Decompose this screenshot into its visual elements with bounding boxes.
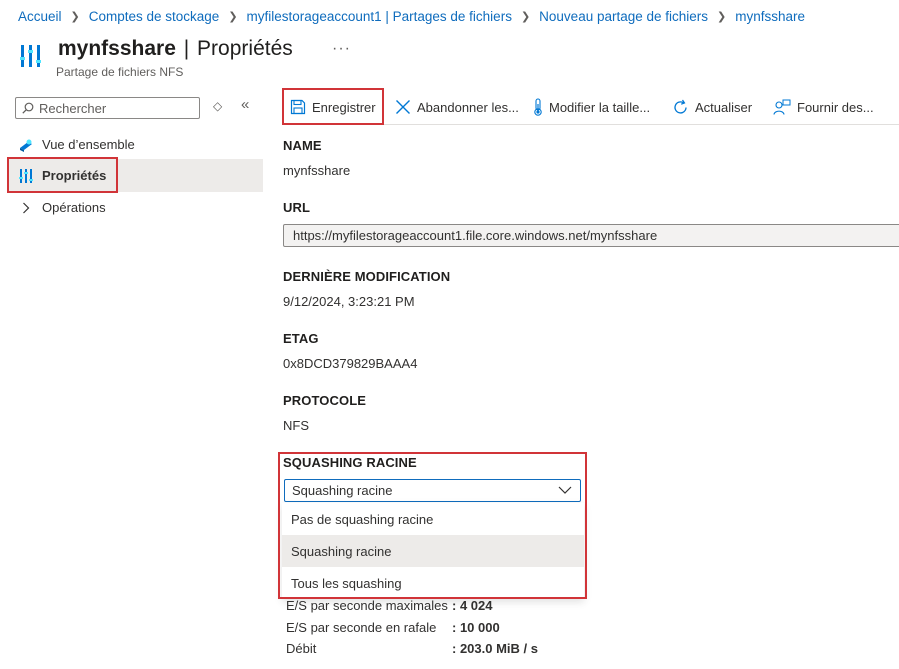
feedback-button[interactable]: Fournir des... [773,89,874,125]
sidebar-item-label: Propriétés [42,168,107,183]
sidebar-search[interactable] [15,97,200,119]
root-squash-options: Pas de squashing racine Squashing racine… [282,503,584,599]
name-label: NAME [283,138,322,153]
breadcrumb-storage-accounts[interactable]: Comptes de stockage [89,9,220,24]
root-squash-dropdown[interactable]: Squashing racine [284,479,581,502]
chevron-right-icon: ❯ [717,10,727,23]
refresh-label: Actualiser [695,99,753,115]
root-squash-label: SQUASHING RACINE [283,455,417,470]
page-title: mynfsshare | Propriétés [58,37,293,61]
option-root-squash[interactable]: Squashing racine [282,535,584,567]
breadcrumb-home[interactable]: Accueil [18,9,62,24]
discard-label: Abandonner les... [417,99,519,115]
chevron-right-icon [18,200,34,216]
breadcrumb-file-shares[interactable]: myfilestorageaccount1 | Partages de fich… [247,9,512,24]
etag-label: ETAG [283,331,319,346]
option-no-root-squash[interactable]: Pas de squashing racine [282,503,584,535]
sidebar-item-operations[interactable]: Opérations [8,191,263,224]
burst-iops-row: E/S par seconde en rafale : 10 000 [286,620,500,635]
throughput-value: : 203.0 MiB / s [452,641,538,656]
save-label: Enregistrer [312,99,376,115]
page-title-name: mynfsshare [58,37,176,60]
sidebar-item-properties[interactable]: Propriétés [8,159,263,192]
last-modified-value: 9/12/2024, 3:23:21 PM [283,294,415,309]
chevron-right-icon: ❯ [70,10,80,23]
resize-button[interactable]: Modifier la taille... [533,89,650,125]
max-iops-value: : 4 024 [452,598,493,613]
burst-iops-label: E/S par seconde en rafale [286,620,437,635]
properties-bars-icon [18,168,34,184]
search-input[interactable] [39,100,189,116]
protocol-value: NFS [283,418,309,433]
url-value: https://myfilestorageaccount1.file.core.… [293,228,658,243]
url-label: URL [283,200,311,215]
collapse-sidebar-icon[interactable]: « [241,96,249,113]
properties-bars-icon [20,45,41,67]
expand-toggle-icon[interactable]: ◇ [213,99,222,113]
name-value: mynfsshare [283,163,351,178]
max-iops-row: E/S par seconde maximales : 4 024 [286,598,492,613]
burst-iops-value: : 10 000 [452,620,500,635]
close-icon [395,99,411,115]
page-subtitle: Partage de fichiers NFS [56,65,184,79]
sidebar-item-label: Vue d’ensemble [42,137,135,152]
etag-value: 0x8DCD379829BAAA4 [283,356,418,371]
refresh-icon [672,99,689,116]
root-squash-selected: Squashing racine [292,483,393,498]
url-field[interactable]: https://myfilestorageaccount1.file.core.… [283,224,899,247]
search-icon [22,102,34,114]
chevron-right-icon: ❯ [228,10,238,23]
save-button[interactable]: Enregistrer [290,89,376,125]
resize-label: Modifier la taille... [549,99,651,115]
feedback-person-icon [773,99,791,116]
chevron-right-icon: ❯ [520,10,531,23]
breadcrumb: Accueil ❯ Comptes de stockage ❯ myfilest… [18,7,805,25]
option-all-squash[interactable]: Tous les squashing [282,567,584,599]
overview-cloud-icon [18,137,34,153]
throughput-label: Débit [286,641,317,656]
throughput-row: Débit : 203.0 MiB / s [286,641,538,656]
max-iops-label: E/S par seconde maximales [286,598,448,613]
command-bar: Enregistrer Abandonner les... Modifier l… [283,89,899,125]
protocol-label: PROTOCOLE [283,393,367,408]
more-options-icon[interactable]: ··· [332,40,351,58]
sidebar-item-label: Opérations [42,200,106,215]
refresh-button[interactable]: Actualiser [672,89,752,125]
chevron-down-icon [558,486,572,494]
thermometer-icon [533,98,543,116]
page-title-separator: | [183,37,190,60]
discard-button[interactable]: Abandonner les... [395,89,519,125]
page-title-section: Propriétés [197,37,293,60]
feedback-label: Fournir des... [797,99,874,115]
breadcrumb-new-share[interactable]: Nouveau partage de fichiers [539,9,708,24]
save-icon [290,99,306,115]
breadcrumb-current-share[interactable]: mynfsshare [735,9,805,24]
last-modified-label: DERNIÈRE MODIFICATION [283,269,451,284]
sidebar-item-overview[interactable]: Vue d’ensemble [8,128,263,161]
